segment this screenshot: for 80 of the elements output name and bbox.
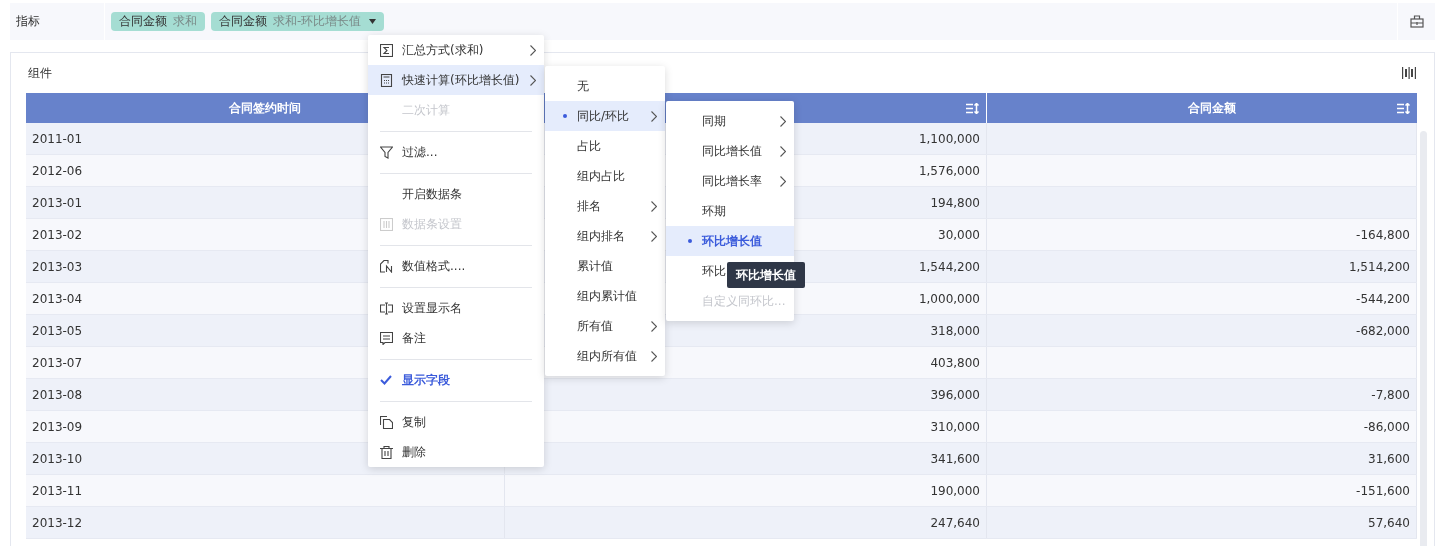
field-chip[interactable]: 合同金额 求和-环比增长值: [211, 12, 385, 31]
number-format-icon: [380, 259, 393, 273]
menu-item[interactable]: 汇总方式(求和): [368, 35, 544, 65]
rename-icon: [380, 301, 393, 315]
menu-item[interactable]: 备注: [368, 323, 544, 353]
note-icon: [380, 331, 393, 345]
table-cell: -682,000: [1356, 323, 1410, 338]
sort-icon[interactable]: [966, 103, 979, 114]
menu-item[interactable]: 同期: [666, 106, 794, 136]
table-cell: 2013-11: [32, 483, 83, 498]
table-cell: 1,576,000: [918, 163, 980, 178]
menu-item[interactable]: 同比增长率: [666, 166, 794, 196]
table-cell: 190,000: [930, 483, 980, 498]
menu-item[interactable]: 占比: [545, 131, 665, 161]
delete-icon: [380, 445, 393, 459]
table-cell: 1,100,000: [918, 131, 980, 146]
table-cell: 1,544,200: [918, 259, 980, 274]
field-label: 指标: [10, 3, 105, 40]
table-cell: -164,800: [1356, 227, 1410, 242]
header-text: 合同签约时间: [229, 99, 301, 117]
table-cell: 30,000: [938, 227, 980, 242]
table-cell: 310,000: [930, 419, 980, 434]
table-cell: 31,600: [1368, 451, 1410, 466]
table-cell: 2013-09: [32, 419, 83, 434]
table-cell: 247,640: [930, 515, 980, 530]
menu-item[interactable]: 累计值: [545, 251, 665, 281]
table-cell: 2013-05: [32, 323, 83, 338]
menu-item[interactable]: 组内所有值: [545, 341, 665, 371]
table-cell: 341,600: [930, 451, 980, 466]
menu-item[interactable]: 环期: [666, 196, 794, 226]
menu-item[interactable]: 排名: [545, 191, 665, 221]
table-cell: -7,800: [1371, 387, 1410, 402]
menu-item[interactable]: 组内累计值: [545, 281, 665, 311]
panel-title: 组件: [28, 64, 52, 82]
table-cell: 1,514,200: [1348, 259, 1410, 274]
bar-icon: [380, 217, 393, 231]
menu-item[interactable]: 数值格式....: [368, 251, 544, 281]
copy-icon: [380, 415, 393, 429]
sort-icon[interactable]: [1397, 103, 1410, 114]
header-text: 合同金额: [1188, 99, 1236, 117]
bar-icon[interactable]: [1402, 67, 1416, 79]
filter-icon: [380, 145, 393, 159]
table-cell: -151,600: [1356, 483, 1410, 498]
menu-item[interactable]: 环比增长值: [666, 226, 794, 256]
menu-item[interactable]: 过滤...: [368, 137, 544, 167]
sigma-icon: [380, 43, 393, 57]
table-cell: 2012-06: [32, 163, 83, 178]
menu-item[interactable]: 开启数据条: [368, 179, 544, 209]
table-cell: 2013-01: [32, 195, 83, 210]
table-cell: -544,200: [1356, 291, 1410, 306]
table-cell: 396,000: [930, 387, 980, 402]
table-cell: 403,800: [930, 355, 980, 370]
table-cell: 2013-10: [32, 451, 83, 466]
menu-item[interactable]: 设置显示名: [368, 293, 544, 323]
table-cell: 318,000: [930, 323, 980, 338]
calculator-icon: [380, 73, 393, 87]
table-cell: 2011-01: [32, 131, 83, 146]
table-cell: 1,000,000: [918, 291, 980, 306]
table-cell: 2013-08: [32, 387, 83, 402]
toolbox-icon[interactable]: [1409, 15, 1424, 28]
table-cell: 2013-02: [32, 227, 83, 242]
table-cell: 57,640: [1368, 515, 1410, 530]
menu-item[interactable]: 组内排名: [545, 221, 665, 251]
table-cell: 2013-07: [32, 355, 83, 370]
tooltip: 环比增长值: [727, 262, 805, 288]
menu-item[interactable]: 无: [545, 71, 665, 101]
table-cell: 194,800: [930, 195, 980, 210]
menu-item[interactable]: 显示字段: [368, 365, 544, 395]
table-cell: 2013-03: [32, 259, 83, 274]
menu-item[interactable]: 删除: [368, 437, 544, 467]
menu-item[interactable]: 组内占比: [545, 161, 665, 191]
table-cell: -86,000: [1363, 419, 1410, 434]
field-chip[interactable]: 合同金额 求和: [111, 12, 205, 31]
menu-item[interactable]: 快速计算(环比增长值): [368, 65, 544, 95]
table-cell: 2013-12: [32, 515, 83, 530]
menu-item[interactable]: 所有值: [545, 311, 665, 341]
menu-item[interactable]: 同比增长值: [666, 136, 794, 166]
table-cell: 2013-04: [32, 291, 83, 306]
menu-item[interactable]: 同比/环比: [545, 101, 665, 131]
menu-item[interactable]: 复制: [368, 407, 544, 437]
